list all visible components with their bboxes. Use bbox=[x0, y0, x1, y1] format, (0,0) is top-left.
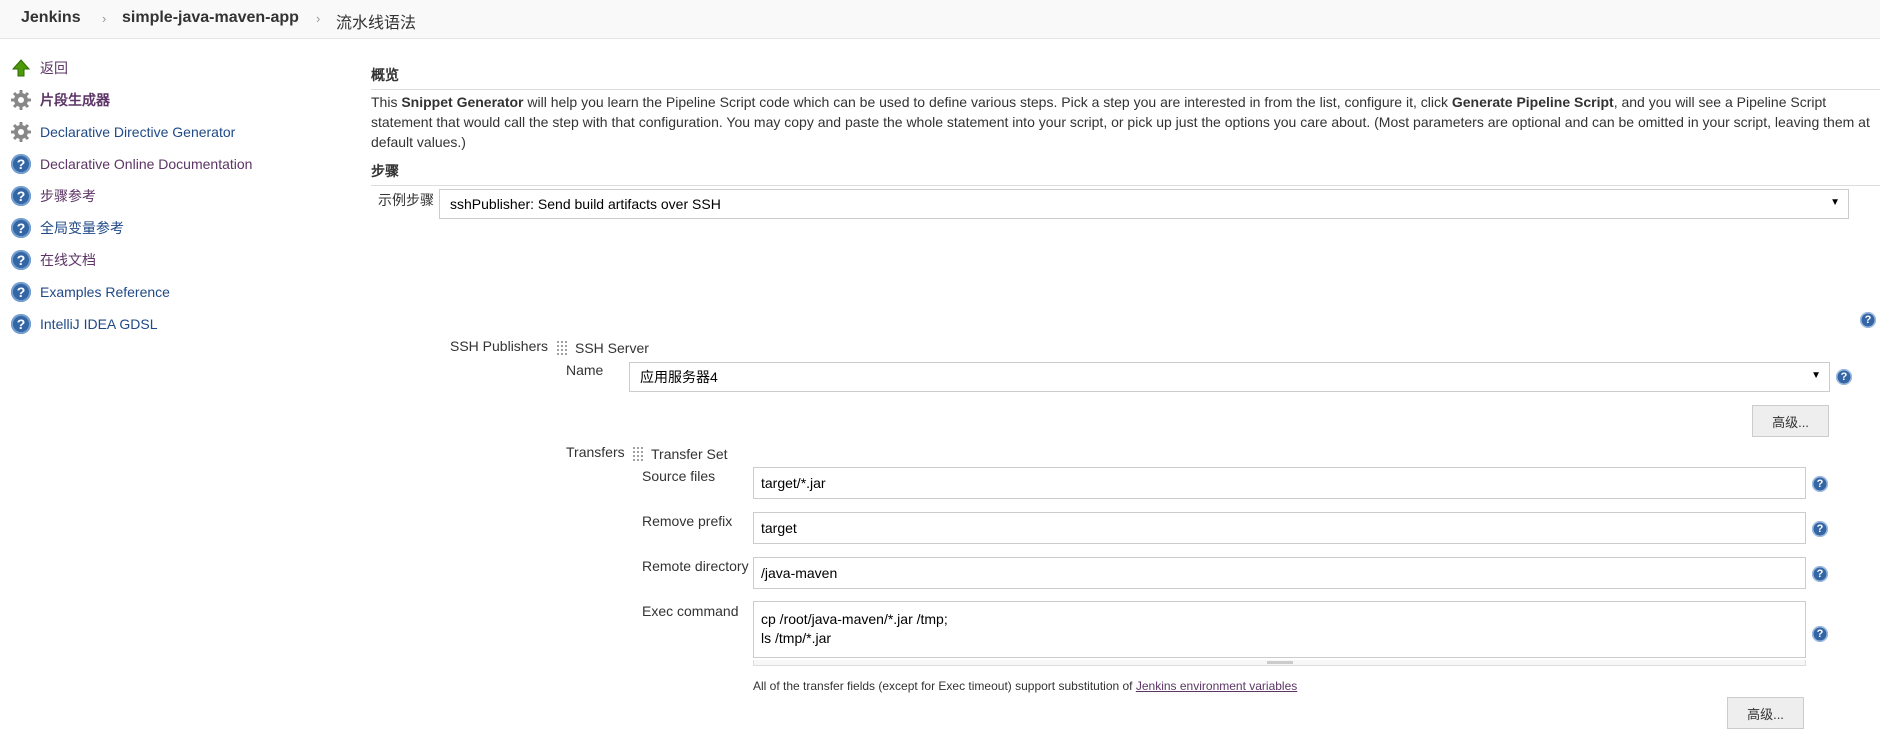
transfer-set-label: Transfer Set bbox=[651, 446, 728, 462]
overview-intro: This Snippet Generator will help you lea… bbox=[371, 94, 1870, 150]
sample-step-select[interactable]: sshPublisher: Send build artifacts over … bbox=[439, 189, 1849, 219]
help-icon: ? bbox=[10, 153, 32, 175]
remove-prefix-input[interactable]: target bbox=[753, 512, 1806, 544]
sidebar-item-snippet-generator[interactable]: 片段生成器 bbox=[10, 86, 110, 114]
sidebar-item-directive-generator[interactable]: Declarative Directive Generator bbox=[10, 118, 235, 146]
help-icon[interactable]: ? bbox=[1812, 521, 1828, 537]
resize-grip-icon bbox=[1267, 661, 1293, 664]
sidebar-item-label: 全局变量参考 bbox=[40, 220, 124, 236]
exec-command-textarea[interactable]: cp /root/java-maven/*.jar /tmp; ls /tmp/… bbox=[753, 601, 1806, 658]
exec-command-label: Exec command bbox=[642, 603, 739, 619]
ssh-server-label: SSH Server bbox=[575, 340, 649, 356]
sidebar-item-label: 步骤参考 bbox=[40, 188, 96, 204]
substitution-note: All of the transfer fields (except for E… bbox=[753, 679, 1298, 693]
sidebar-item-global-variables[interactable]: ? 全局变量参考 bbox=[10, 214, 124, 242]
sidebar-item-label: 在线文档 bbox=[40, 252, 96, 268]
help-icon[interactable]: ? bbox=[1812, 476, 1828, 492]
chevron-down-icon: ▼ bbox=[1811, 370, 1821, 381]
breadcrumb-jenkins[interactable]: Jenkins bbox=[21, 9, 81, 27]
remote-directory-label: Remote directory bbox=[642, 558, 749, 574]
advanced-button[interactable]: 高级... bbox=[1752, 405, 1829, 437]
sidebar-item-label: 返回 bbox=[40, 60, 68, 76]
remote-directory-input[interactable]: /java-maven bbox=[753, 557, 1806, 589]
sidebar-item-label: Examples Reference bbox=[40, 284, 170, 300]
help-icon[interactable]: ? bbox=[1812, 626, 1828, 642]
sidebar-item-examples-reference[interactable]: ? Examples Reference bbox=[10, 278, 170, 306]
help-icon[interactable]: ? bbox=[1836, 369, 1852, 385]
breadcrumb-separator: › bbox=[316, 11, 321, 26]
gear-icon bbox=[10, 89, 32, 111]
drag-handle-icon[interactable] bbox=[556, 340, 568, 356]
drag-handle-icon[interactable] bbox=[632, 446, 644, 462]
sidebar-item-steps-reference[interactable]: ? 步骤参考 bbox=[10, 182, 96, 210]
sidebar-item-label: Declarative Directive Generator bbox=[40, 124, 236, 140]
gear-icon bbox=[10, 121, 32, 143]
steps-heading: 步骤 bbox=[371, 161, 1880, 186]
sidebar-item-label: Declarative Online Documentation bbox=[40, 156, 253, 172]
sidebar-item-online-docs[interactable]: ? 在线文档 bbox=[10, 246, 96, 274]
help-icon: ? bbox=[10, 249, 32, 271]
help-icon: ? bbox=[10, 217, 32, 239]
breadcrumb-separator: › bbox=[102, 11, 107, 26]
remove-prefix-label: Remove prefix bbox=[642, 513, 733, 529]
up-arrow-icon bbox=[10, 57, 32, 79]
sidebar-item-online-documentation[interactable]: ? Declarative Online Documentation bbox=[10, 150, 252, 178]
textarea-resize-bar[interactable] bbox=[753, 660, 1806, 666]
ssh-server-name-select[interactable]: 应用服务器4 ▼ bbox=[629, 362, 1830, 392]
breadcrumb-project[interactable]: simple-java-maven-app bbox=[122, 9, 299, 27]
sidebar-item-intellij-gdsl[interactable]: ? IntelliJ IDEA GDSL bbox=[10, 310, 158, 338]
sample-step-label: 示例步骤 bbox=[378, 192, 434, 208]
source-files-label: Source files bbox=[642, 468, 716, 484]
environment-variables-link[interactable]: Jenkins environment variables bbox=[1136, 679, 1297, 693]
sidebar-item-label: IntelliJ IDEA GDSL bbox=[40, 316, 158, 332]
breadcrumb-pipeline-syntax[interactable]: 流水线语法 bbox=[336, 9, 416, 33]
transfers-label: Transfers bbox=[566, 444, 625, 460]
overview-heading: 概览 bbox=[371, 65, 1880, 90]
name-label: Name bbox=[566, 362, 604, 378]
ssh-publishers-label: SSH Publishers bbox=[450, 338, 549, 354]
help-icon[interactable]: ? bbox=[1860, 312, 1876, 328]
source-files-input[interactable]: target/*.jar bbox=[753, 467, 1806, 499]
sidebar-item-label: 片段生成器 bbox=[40, 92, 110, 108]
sidebar-item-back[interactable]: 返回 bbox=[10, 54, 68, 82]
help-icon: ? bbox=[10, 313, 32, 335]
advanced-button-transfers[interactable]: 高级... bbox=[1727, 697, 1804, 729]
help-icon: ? bbox=[10, 185, 32, 207]
help-icon: ? bbox=[10, 281, 32, 303]
chevron-down-icon: ▼ bbox=[1830, 197, 1840, 208]
help-icon[interactable]: ? bbox=[1812, 566, 1828, 582]
breadcrumb: Jenkins › simple-java-maven-app › 流水线语法 bbox=[0, 0, 1880, 39]
